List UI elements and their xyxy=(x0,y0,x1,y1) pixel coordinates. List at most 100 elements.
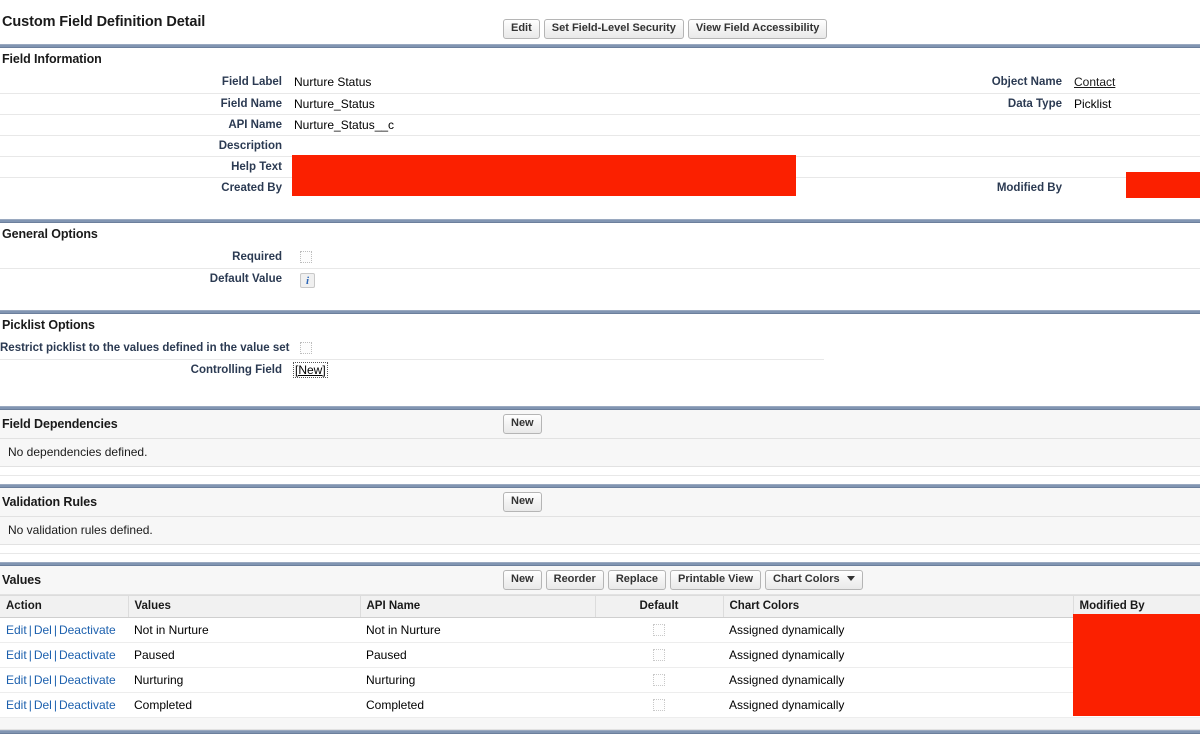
data-type-label: Data Type xyxy=(832,93,1072,115)
field-dependencies-new-button[interactable]: New xyxy=(503,414,542,434)
values-header: Values New Reorder Replace Printable Vie… xyxy=(0,566,1200,595)
page-title: Custom Field Definition Detail xyxy=(2,14,206,30)
row-default-checkbox[interactable] xyxy=(653,623,665,636)
detail-spacer-row xyxy=(0,198,1200,219)
row-default-checkbox[interactable] xyxy=(653,698,665,711)
field-dependencies-header: Field Dependencies New xyxy=(0,410,1200,439)
values-reorder-button[interactable]: Reorder xyxy=(545,570,604,590)
action-separator: | xyxy=(53,647,57,662)
values-printable-view-button[interactable]: Printable View xyxy=(670,570,762,590)
section-divider-bottom xyxy=(0,730,1200,734)
data-type-value: Picklist xyxy=(1072,93,1200,115)
column-header-chart-colors: Chart Colors xyxy=(723,595,1074,618)
help-text-label: Help Text xyxy=(0,156,292,178)
validation-rules-header: Validation Rules New xyxy=(0,488,1200,517)
row-deactivate-link[interactable]: Deactivate xyxy=(59,623,116,637)
action-separator: | xyxy=(53,622,57,637)
field-dependencies-related-list: Field Dependencies New No dependencies d… xyxy=(0,406,1200,476)
section-title-picklist-options: Picklist Options xyxy=(2,318,95,332)
row-deactivate-link[interactable]: Deactivate xyxy=(59,648,116,662)
row-default-checkbox[interactable] xyxy=(653,673,665,686)
row-chart-colors: Assigned dynamically xyxy=(723,667,1073,693)
controlling-field-new-link[interactable]: [New] xyxy=(293,361,328,378)
modified-by-label: Modified By xyxy=(996,181,1062,194)
row-deactivate-link[interactable]: Deactivate xyxy=(59,698,116,712)
validation-rules-empty-message: No validation rules defined. xyxy=(0,517,1200,545)
row-edit-link[interactable]: Edit xyxy=(6,673,27,687)
action-separator: | xyxy=(28,647,32,662)
field-information-table: Field Label Nurture Status Object Name C… xyxy=(0,72,1200,219)
validation-rules-new-button[interactable]: New xyxy=(503,492,542,512)
row-value: Not in Nurture xyxy=(128,617,360,643)
row-edit-link[interactable]: Edit xyxy=(6,623,27,637)
values-related-list: Values New Reorder Replace Printable Vie… xyxy=(0,562,1200,730)
row-actions: Edit | Del | Deactivate xyxy=(0,692,128,718)
values-table: Action Values API Name Default Chart Col… xyxy=(0,595,1200,718)
row-chart-colors: Assigned dynamically xyxy=(723,692,1073,718)
row-value: Paused xyxy=(128,642,360,668)
general-options-table: Required Default Value i xyxy=(0,247,1200,310)
row-del-link[interactable]: Del xyxy=(34,623,52,637)
picklist-options-table: Restrict picklist to the values defined … xyxy=(0,338,1200,406)
row-deactivate-link[interactable]: Deactivate xyxy=(59,673,116,687)
detail-row: Description xyxy=(0,135,1200,157)
row-edit-link[interactable]: Edit xyxy=(6,698,27,712)
action-separator: | xyxy=(53,672,57,687)
object-name-link[interactable]: Contact xyxy=(1074,75,1115,89)
controlling-field-label: Controlling Field xyxy=(190,363,282,376)
values-title: Values xyxy=(2,573,42,587)
row-api-name: Paused xyxy=(360,642,595,668)
values-table-wrapper: Action Values API Name Default Chart Col… xyxy=(0,595,1200,730)
restrict-picklist-label: Restrict picklist to the values defined … xyxy=(0,338,292,360)
restrict-picklist-checkbox[interactable] xyxy=(300,342,312,355)
object-name-label: Object Name xyxy=(832,72,1072,94)
detail-row: Default Value i xyxy=(0,268,1200,289)
values-table-header-row: Action Values API Name Default Chart Col… xyxy=(0,595,1200,618)
row-del-link[interactable]: Del xyxy=(34,648,52,662)
created-by-label: Created By xyxy=(221,181,282,194)
field-dependencies-footer xyxy=(0,467,1200,476)
validation-rules-button-group: New xyxy=(503,492,542,512)
column-header-default: Default xyxy=(595,595,724,618)
required-checkbox[interactable] xyxy=(300,251,312,264)
row-actions: Edit | Del | Deactivate xyxy=(0,667,128,693)
detail-spacer-row xyxy=(0,380,1200,406)
section-title-field-information: Field Information xyxy=(2,52,102,66)
row-value: Completed xyxy=(128,692,360,718)
api-name-label: API Name xyxy=(0,114,292,136)
field-dependencies-button-group: New xyxy=(503,414,542,434)
custom-field-definition-page: Custom Field Definition Detail Edit Set … xyxy=(0,0,1200,735)
detail-row: Field Name Nurture_Status Data Type Pick… xyxy=(0,93,1200,115)
detail-row: Controlling Field [New] xyxy=(0,359,1200,380)
row-del-link[interactable]: Del xyxy=(34,698,52,712)
action-separator: | xyxy=(28,622,32,637)
field-dependencies-title: Field Dependencies xyxy=(2,417,118,431)
row-value: Nurturing xyxy=(128,667,360,693)
row-api-name: Nurturing xyxy=(360,667,595,693)
row-default-checkbox[interactable] xyxy=(653,648,665,661)
redacted-help-text-created-by xyxy=(292,155,796,196)
values-new-button[interactable]: New xyxy=(503,570,542,590)
validation-rules-related-list: Validation Rules New No validation rules… xyxy=(0,484,1200,554)
default-value-label: Default Value xyxy=(209,272,282,285)
values-chart-colors-dropdown[interactable]: Chart Colors xyxy=(765,570,863,590)
row-del-link[interactable]: Del xyxy=(34,673,52,687)
table-row: Edit | Del | Deactivate Nurturing Nurturing … xyxy=(0,667,1200,693)
table-row: Edit | Del | Deactivate Completed Completed … xyxy=(0,692,1200,718)
field-name-label: Field Name xyxy=(0,93,292,115)
view-field-accessibility-button[interactable]: View Field Accessibility xyxy=(687,19,828,39)
values-replace-button[interactable]: Replace xyxy=(607,570,667,590)
set-field-level-security-button[interactable]: Set Field-Level Security xyxy=(543,19,684,39)
page-header-button-group: Edit Set Field-Level Security View Field… xyxy=(503,19,828,39)
redacted-modified-by xyxy=(1126,172,1200,198)
edit-button[interactable]: Edit xyxy=(503,19,540,39)
validation-rules-title: Validation Rules xyxy=(2,495,97,509)
row-edit-link[interactable]: Edit xyxy=(6,648,27,662)
info-icon[interactable]: i xyxy=(300,272,315,288)
section-title-general-options: General Options xyxy=(2,227,98,241)
field-label-value: Nurture Status xyxy=(292,72,832,94)
description-value xyxy=(292,135,832,157)
action-separator: | xyxy=(53,697,57,712)
table-row: Edit | Del | Deactivate Paused Paused Assign… xyxy=(0,642,1200,668)
row-chart-colors: Assigned dynamically xyxy=(723,617,1073,643)
